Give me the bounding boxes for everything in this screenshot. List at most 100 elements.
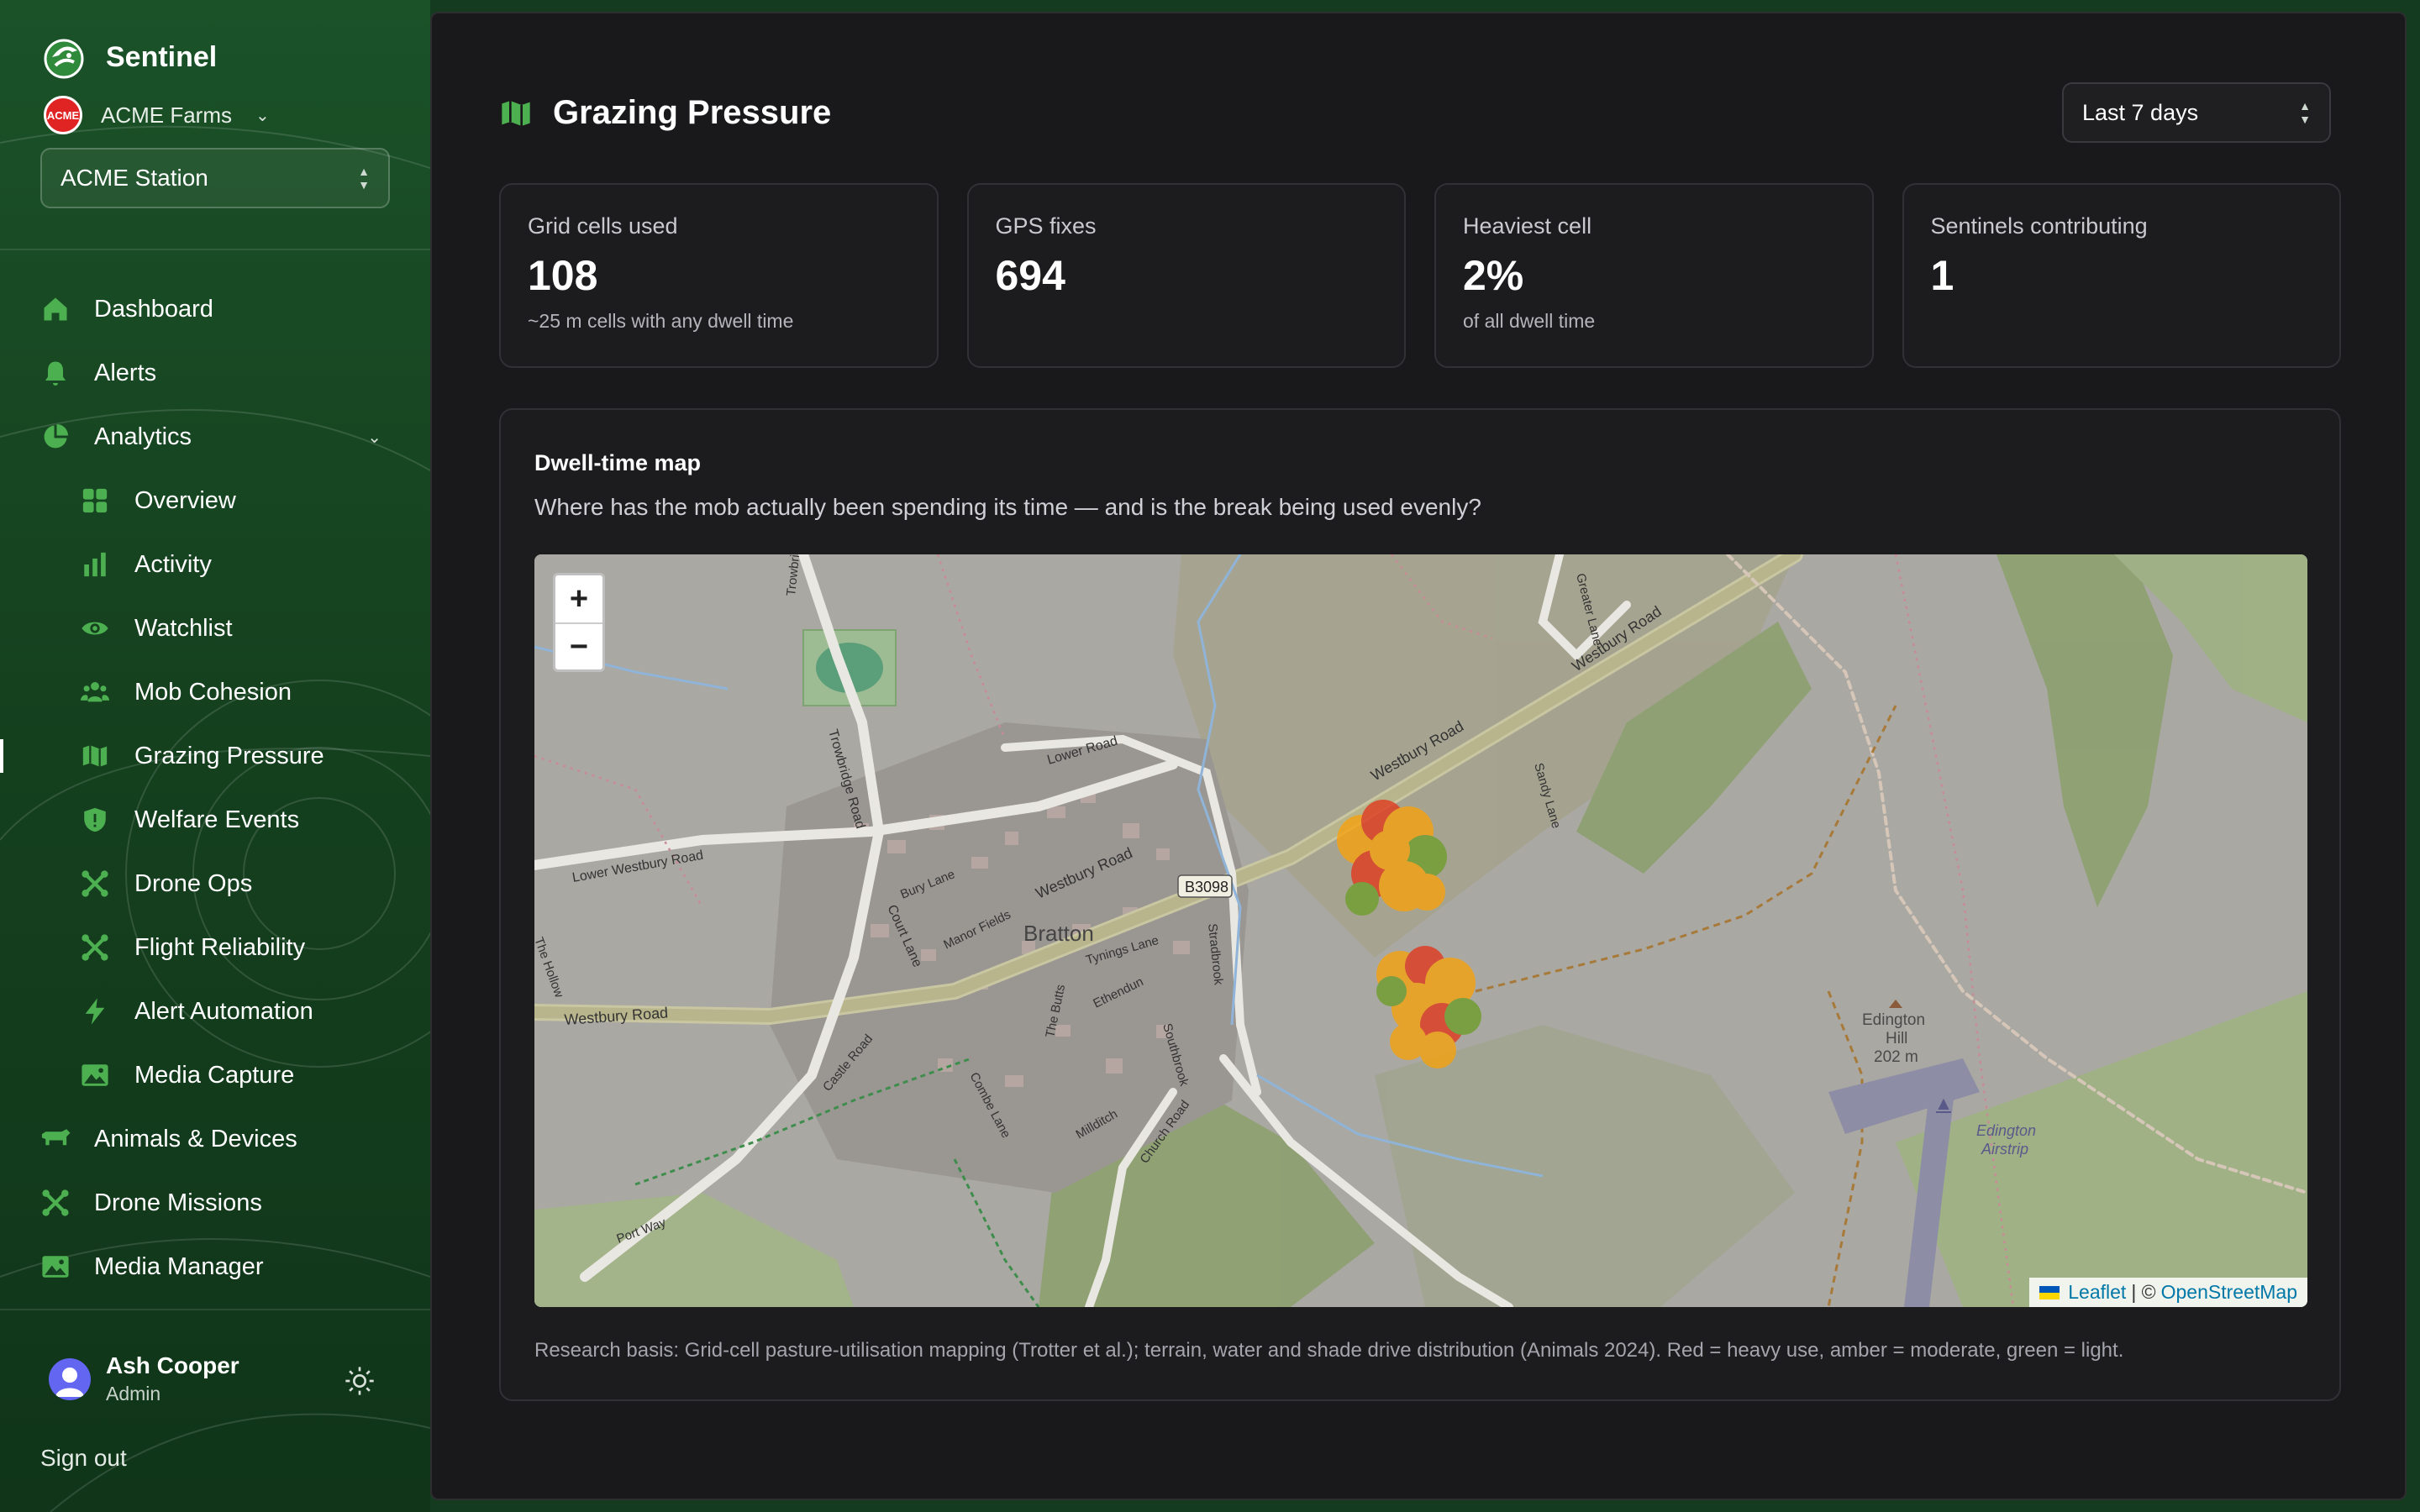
sidebar-item-label: Grazing Pressure <box>134 742 324 769</box>
stat-value: 694 <box>995 252 1065 299</box>
bar-chart-icon <box>79 549 111 580</box>
dwell-time-map-card: Dwell-time map Where has the mob actuall… <box>499 408 2341 1401</box>
hill-label: Edington <box>1862 1011 1925 1029</box>
card-title: Dwell-time map <box>534 450 702 475</box>
map-icon <box>79 740 111 772</box>
sidebar-divider <box>0 249 430 250</box>
sidebar-item-label: Watchlist <box>134 614 233 642</box>
home-icon <box>39 292 72 326</box>
sidebar-item-label: Media Manager <box>94 1252 264 1280</box>
drone-icon <box>79 932 111 963</box>
chevron-down-icon: ⌄ <box>255 106 270 125</box>
ukraine-flag-icon <box>2039 1285 2060 1299</box>
sidebar-item-media-capture[interactable]: Media Capture <box>0 1043 430 1107</box>
image-icon <box>39 1250 72 1284</box>
page-title: Grazing Pressure <box>553 94 832 131</box>
hill-label-line2: Hill <box>1886 1030 1907 1047</box>
hill-height-label: 202 m <box>1874 1048 1918 1066</box>
sidebar-item-label: Welfare Events <box>134 806 300 833</box>
stat-value: 2% <box>1463 252 1524 299</box>
stat-subtext: ~25 m cells with any dwell time <box>528 310 794 332</box>
drone-icon <box>79 868 111 900</box>
sidebar-item-label: Drone Ops <box>134 869 253 897</box>
openstreetmap-link[interactable]: OpenStreetMap <box>2161 1281 2297 1304</box>
dwell-time-map[interactable]: Edington Airstrip Edington Hill 202 m We… <box>534 554 2307 1307</box>
user-role: Admin <box>106 1383 161 1404</box>
stats-row: Grid cells used 108 ~25 m cells with any… <box>499 183 2341 368</box>
town-label: Bratton <box>1023 921 1094 946</box>
stat-label: Sentinels contributing <box>1930 213 2148 239</box>
sidebar-item-mob-cohesion[interactable]: Mob Cohesion <box>0 660 430 724</box>
bell-icon <box>39 356 72 390</box>
research-note: Research basis: Grid-cell pasture-utilis… <box>534 1339 2124 1362</box>
sidebar-item-dashboard[interactable]: Dashboard <box>0 277 430 341</box>
grid-icon <box>79 485 111 517</box>
sidebar-item-label: Mob Cohesion <box>134 678 292 706</box>
chevron-down-icon: ⌄ <box>367 428 381 447</box>
sidebar-item-animals-devices[interactable]: Animals & Devices <box>0 1107 430 1171</box>
zoom-control: + − <box>553 573 605 672</box>
sun-icon <box>345 1367 374 1395</box>
sidebar-item-flight-reliability[interactable]: Flight Reliability <box>0 916 430 979</box>
select-updown-icon: ▲ ▼ <box>358 165 370 192</box>
sidebar-item-label: Animals & Devices <box>94 1125 297 1152</box>
sidebar-item-watchlist[interactable]: Watchlist <box>0 596 430 660</box>
sidebar-item-overview[interactable]: Overview <box>0 469 430 533</box>
sentinel-logo-icon <box>44 39 84 79</box>
stat-value: 1 <box>1930 252 1954 299</box>
sidebar-item-label: Activity <box>134 550 212 578</box>
shield-icon <box>79 804 111 836</box>
stat-label: Grid cells used <box>528 213 678 239</box>
airstrip-label: Edington <box>1976 1122 2036 1139</box>
stat-card-sentinels: Sentinels contributing 1 <box>1902 183 2341 368</box>
users-icon <box>79 676 111 708</box>
sidebar-item-label: Drone Missions <box>94 1189 262 1216</box>
sidebar-item-drone-missions[interactable]: Drone Missions <box>0 1171 430 1235</box>
sign-out-link[interactable]: Sign out <box>40 1445 127 1472</box>
org-name: ACME Farms <box>101 102 232 128</box>
brand[interactable]: Sentinel <box>40 34 217 81</box>
sidebar-item-label: Alert Automation <box>134 997 313 1025</box>
stat-card-heaviest-cell: Heaviest cell 2% of all dwell time <box>1434 183 1874 368</box>
station-label: ACME Station <box>60 165 208 191</box>
sidebar-item-label: Media Capture <box>134 1061 295 1089</box>
pie-chart-icon <box>39 420 72 454</box>
zoom-in-button[interactable]: + <box>555 575 602 622</box>
airstrip-label-line2: Airstrip <box>1981 1141 2028 1158</box>
main-content: Grazing Pressure Last 7 days ▲ ▼ Grid cel… <box>430 12 2407 1500</box>
org-logo: ACME <box>44 96 82 134</box>
stat-label: GPS fixes <box>995 213 1097 239</box>
cow-icon <box>39 1122 72 1156</box>
sidebar-item-welfare-events[interactable]: Welfare Events <box>0 788 430 852</box>
user-name: Ash Cooper <box>106 1352 239 1378</box>
sidebar-divider <box>0 1309 430 1310</box>
date-range-select[interactable]: Last 7 days ▲ ▼ <box>2062 82 2331 143</box>
stat-subtext: of all dwell time <box>1463 310 1596 332</box>
sidebar-item-drone-ops[interactable]: Drone Ops <box>0 852 430 916</box>
map-attribution: Leaflet | © OpenStreetMap <box>2029 1278 2307 1307</box>
stat-card-grid-cells: Grid cells used 108 ~25 m cells with any… <box>499 183 939 368</box>
sidebar-item-analytics[interactable]: Analytics ⌄ <box>0 405 430 469</box>
sidebar-item-media-manager[interactable]: Media Manager <box>0 1235 430 1299</box>
sidebar-item-label: Overview <box>134 486 236 514</box>
attribution-separator: | © <box>2131 1281 2156 1303</box>
card-description: Where has the mob actually been spending… <box>534 494 1481 520</box>
stat-label: Heaviest cell <box>1463 213 1592 239</box>
sidebar-item-activity[interactable]: Activity <box>0 533 430 596</box>
sidebar-item-alert-automation[interactable]: Alert Automation <box>0 979 430 1043</box>
user-profile[interactable]: Ash Cooper Admin <box>49 1352 239 1405</box>
date-range-label: Last 7 days <box>2082 99 2199 125</box>
map-tiles: Edington Airstrip Edington Hill 202 m We… <box>534 554 2307 1307</box>
sidebar-item-label: Flight Reliability <box>134 933 306 961</box>
station-select[interactable]: ACME Station ▲ ▼ <box>40 148 390 208</box>
leaflet-link[interactable]: Leaflet <box>2068 1281 2126 1304</box>
sidebar: Sentinel ACME ACME Farms ⌄ ACME Station … <box>0 0 430 1512</box>
zoom-out-button[interactable]: − <box>555 622 602 669</box>
page-header: Grazing Pressure <box>499 94 831 132</box>
theme-toggle-button[interactable] <box>343 1364 376 1398</box>
sidebar-item-alerts[interactable]: Alerts <box>0 341 430 405</box>
brand-name: Sentinel <box>106 40 218 73</box>
avatar <box>49 1357 91 1400</box>
org-switcher[interactable]: ACME ACME Farms ⌄ <box>44 96 270 134</box>
sidebar-item-grazing-pressure[interactable]: Grazing Pressure <box>0 724 430 788</box>
